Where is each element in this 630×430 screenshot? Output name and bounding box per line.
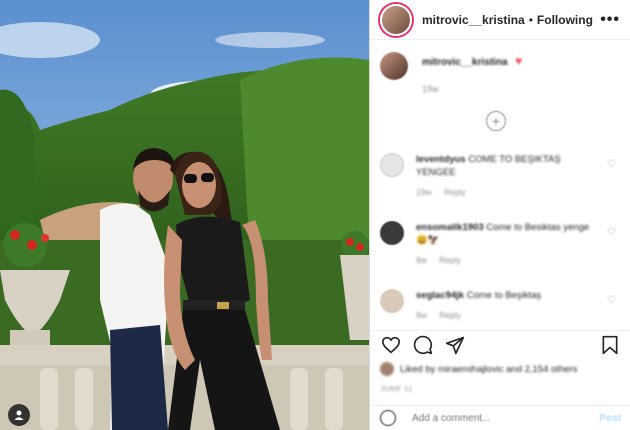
post-actions-bar bbox=[370, 330, 630, 358]
caption-username[interactable]: mitrovic__kristina bbox=[422, 57, 508, 68]
tagged-user-icon[interactable] bbox=[8, 404, 30, 426]
emoji-smiley-icon[interactable] bbox=[380, 410, 396, 426]
post-photo[interactable] bbox=[0, 0, 369, 430]
post-date: JUNE 11 bbox=[380, 384, 413, 393]
profile-avatar[interactable] bbox=[380, 3, 412, 36]
heart-emoji-icon: ♥ bbox=[515, 54, 523, 68]
header-separator: • bbox=[528, 12, 533, 27]
comment-username[interactable]: leventdyus bbox=[416, 154, 466, 165]
comment-username[interactable]: seglac94jk bbox=[416, 290, 464, 301]
comment-item: ensomalik1903 Come to Besiktas yenge 😃🦅 … bbox=[380, 221, 620, 265]
comment-like-icon[interactable]: ♡ bbox=[607, 159, 616, 170]
load-more-comments-button[interactable]: + bbox=[486, 111, 506, 131]
comment-avatar[interactable] bbox=[380, 221, 404, 245]
comment-avatar[interactable] bbox=[380, 153, 404, 177]
comment-avatar[interactable] bbox=[380, 289, 404, 313]
comment-bubble-icon[interactable] bbox=[412, 334, 434, 356]
post-caption: mitrovic__kristina ♥ 19w bbox=[380, 52, 620, 94]
comment-item: seglac94jk Come to Beşiktaş 9w Reply ♡ bbox=[380, 289, 620, 320]
save-bookmark-icon[interactable] bbox=[599, 334, 621, 356]
header-username[interactable]: mitrovic__kristina bbox=[422, 13, 525, 27]
likes-text[interactable]: Liked by miraemihajlovic and 2,154 other… bbox=[400, 364, 577, 375]
post-comment-button[interactable]: Post bbox=[599, 413, 621, 424]
following-button[interactable]: Following bbox=[537, 13, 593, 27]
liker-avatar bbox=[380, 362, 394, 376]
reply-button[interactable]: Reply bbox=[439, 310, 461, 320]
reply-button[interactable]: Reply bbox=[439, 255, 461, 265]
comment-like-icon[interactable]: ♡ bbox=[607, 295, 616, 306]
more-options-icon[interactable]: ••• bbox=[600, 11, 620, 29]
like-heart-icon[interactable] bbox=[380, 334, 402, 356]
comment-item: leventdyus COME TO BEŞIKTAŞ YENGEE 19w R… bbox=[380, 153, 620, 197]
comment-username[interactable]: ensomalik1903 bbox=[416, 222, 484, 233]
comment-time: 9w bbox=[416, 255, 427, 265]
comment-time: 9w bbox=[416, 310, 427, 320]
reply-button[interactable]: Reply bbox=[444, 187, 466, 197]
likes-summary[interactable]: Liked by miraemihajlovic and 2,154 other… bbox=[380, 362, 577, 376]
caption-time: 19w bbox=[422, 84, 439, 94]
post-header: mitrovic__kristina • Following ••• bbox=[370, 0, 630, 40]
photo-image bbox=[0, 0, 369, 430]
add-comment-input[interactable] bbox=[410, 411, 564, 425]
comment-like-icon[interactable]: ♡ bbox=[607, 227, 616, 238]
caption-avatar[interactable] bbox=[380, 52, 408, 80]
share-send-icon[interactable] bbox=[444, 334, 466, 356]
comment-time: 19w bbox=[416, 187, 432, 197]
post-side-panel: mitrovic__kristina • Following ••• mitro… bbox=[369, 0, 630, 430]
add-comment-bar: Post bbox=[370, 405, 630, 430]
comment-text: Come to Beşiktaş bbox=[466, 290, 542, 301]
